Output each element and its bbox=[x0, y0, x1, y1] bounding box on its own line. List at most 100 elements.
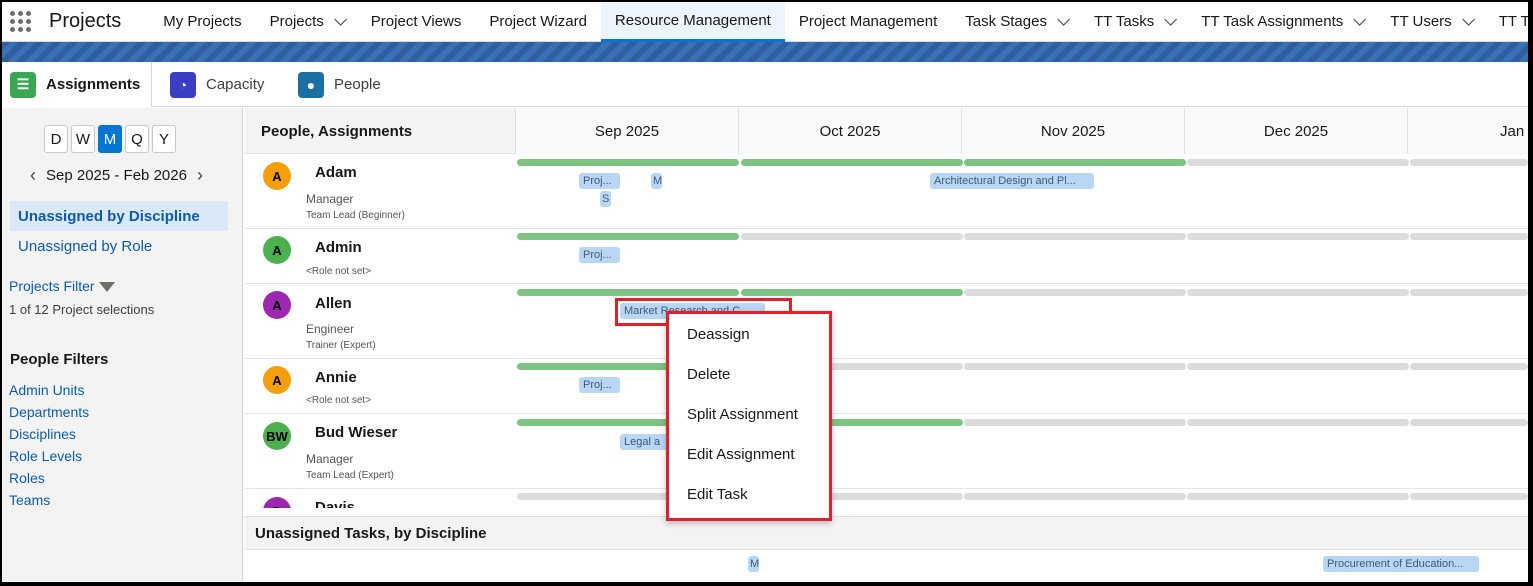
menu-delete[interactable]: Delete bbox=[687, 366, 730, 383]
month-header: Jan 20 bbox=[1407, 108, 1528, 154]
chevron-down-icon[interactable] bbox=[1057, 13, 1070, 26]
availability-bar bbox=[1410, 419, 1528, 426]
assignment-chip[interactable]: Proj... bbox=[579, 377, 620, 393]
nav-label: Task Stages bbox=[965, 13, 1047, 30]
sidebar: D W M Q Y ‹ Sep 2025 - Feb 2026 › Unassi… bbox=[2, 108, 243, 582]
filter-disciplines[interactable]: Disciplines bbox=[9, 426, 76, 442]
project-selection-count: 1 of 12 Project selections bbox=[9, 302, 155, 317]
person-row: A Admin <Role not set> Proj... bbox=[245, 229, 1528, 284]
assignment-chip[interactable]: S bbox=[600, 191, 611, 207]
availability-bar bbox=[964, 159, 1186, 166]
person-name[interactable]: Admin bbox=[315, 239, 362, 256]
person-row: A Annie <Role not set> Proj... bbox=[245, 359, 1528, 414]
availability-bar bbox=[1187, 289, 1409, 296]
person-skill: Team Lead (Expert) bbox=[306, 470, 394, 481]
assignment-chip[interactable]: Proj... bbox=[579, 247, 620, 263]
date-range-navigator: ‹ Sep 2025 - Feb 2026 › bbox=[30, 165, 203, 186]
chevron-down-icon[interactable] bbox=[1353, 13, 1367, 26]
avatar: A bbox=[263, 162, 291, 190]
nav-projects[interactable]: Projects bbox=[256, 2, 357, 42]
person-name[interactable]: Bud Wieser bbox=[315, 424, 397, 441]
nav-tt-task-assignments[interactable]: TT Task Assignments bbox=[1187, 2, 1376, 42]
person-row: A Adam Manager Team Lead (Beginner) Proj… bbox=[245, 154, 1528, 229]
filter-role-levels[interactable]: Role Levels bbox=[9, 448, 82, 464]
nav-tt-users[interactable]: TT Users bbox=[1376, 2, 1484, 42]
filter-icon[interactable] bbox=[98, 282, 115, 293]
filter-roles[interactable]: Roles bbox=[9, 470, 45, 486]
nav-label: TT Users bbox=[1390, 13, 1452, 30]
nav-label: Project Wizard bbox=[489, 13, 587, 30]
chevron-down-icon[interactable] bbox=[334, 13, 347, 26]
person-row: D Davis bbox=[245, 489, 1528, 508]
view-tabs: ☰ Assignments ◔ Capacity ● People bbox=[2, 62, 1528, 107]
availability-bar bbox=[517, 289, 739, 296]
unassigned-by-role-link[interactable]: Unassigned by Role bbox=[18, 238, 152, 255]
person-role: <Role not set> bbox=[306, 395, 372, 406]
nav-tt-tasks[interactable]: TT Tasks bbox=[1080, 2, 1187, 42]
unassigned-title: Unassigned Tasks, by Discipline bbox=[255, 525, 487, 542]
availability-bar bbox=[1187, 493, 1409, 500]
nav-my-projects[interactable]: My Projects bbox=[149, 2, 255, 42]
unassigned-task-chip[interactable]: Procurement of Education... bbox=[1323, 556, 1479, 572]
unassigned-by-discipline-link[interactable]: Unassigned by Discipline bbox=[18, 208, 200, 225]
person-name[interactable]: Annie bbox=[315, 369, 357, 386]
availability-bar bbox=[1410, 363, 1528, 370]
tab-people[interactable]: ● People bbox=[290, 62, 381, 107]
zoom-quarter-button[interactable]: Q bbox=[125, 125, 149, 153]
nav-label: TT Task Assignments bbox=[1201, 13, 1344, 30]
chevron-down-icon[interactable] bbox=[1164, 13, 1178, 26]
menu-edit-task[interactable]: Edit Task bbox=[687, 486, 748, 503]
nav-label: My Projects bbox=[163, 13, 242, 30]
availability-bar bbox=[517, 159, 739, 166]
availability-bar bbox=[964, 419, 1186, 426]
person-name[interactable]: Allen bbox=[315, 295, 352, 312]
assignment-chip[interactable]: M bbox=[651, 173, 662, 189]
projects-filter-link[interactable]: Projects Filter bbox=[9, 278, 115, 294]
person-name[interactable]: Davis bbox=[315, 499, 355, 508]
availability-bar bbox=[1410, 493, 1528, 500]
nav-project-wizard[interactable]: Project Wizard bbox=[475, 2, 601, 42]
avatar: A bbox=[263, 236, 291, 264]
nav-label: TT Tasks bbox=[1093, 13, 1155, 30]
assignment-chip[interactable]: Architectural Design and Pl... bbox=[930, 173, 1094, 189]
chevron-left-icon[interactable]: ‹ bbox=[30, 165, 36, 186]
month-header: Oct 2025 bbox=[738, 108, 961, 154]
app-launcher-icon[interactable] bbox=[10, 10, 31, 33]
availability-bar bbox=[1410, 159, 1528, 166]
menu-split-assignment[interactable]: Split Assignment bbox=[687, 406, 798, 423]
zoom-month-button[interactable]: M bbox=[98, 125, 122, 153]
zoom-day-button[interactable]: D bbox=[44, 125, 68, 153]
unassigned-task-chip[interactable]: M bbox=[748, 556, 759, 572]
assignment-context-menu: Deassign Delete Split Assignment Edit As… bbox=[666, 311, 832, 521]
unassigned-tasks-section: Unassigned Tasks, by Discipline M Procur… bbox=[245, 508, 1528, 582]
tab-capacity[interactable]: ◔ Capacity bbox=[162, 62, 264, 107]
tab-assignments[interactable]: ☰ Assignments bbox=[2, 62, 152, 107]
menu-deassign[interactable]: Deassign bbox=[687, 326, 750, 343]
availability-bar bbox=[741, 289, 963, 296]
menu-edit-assignment[interactable]: Edit Assignment bbox=[687, 446, 795, 463]
zoom-year-button[interactable]: Y bbox=[152, 125, 176, 153]
filter-teams[interactable]: Teams bbox=[9, 492, 50, 508]
chevron-down-icon[interactable] bbox=[1461, 13, 1475, 26]
availability-bar bbox=[1187, 233, 1409, 240]
zoom-selector: D W M Q Y bbox=[44, 125, 176, 153]
app-window: Projects My Projects Projects Project Vi… bbox=[2, 2, 1528, 582]
tab-label: People bbox=[334, 76, 381, 93]
nav-label: Project Views bbox=[370, 13, 462, 30]
nav-task-stages[interactable]: Task Stages bbox=[951, 2, 1080, 42]
assignment-chip[interactable]: Proj... bbox=[579, 173, 620, 189]
grid-header-title: People, Assignments bbox=[261, 123, 413, 140]
assignments-grid: People, Assignments Sep 2025 Oct 2025 No… bbox=[245, 108, 1528, 508]
nav-project-views[interactable]: Project Views bbox=[357, 2, 476, 42]
top-navigation: Projects My Projects Projects Project Vi… bbox=[2, 2, 1528, 42]
zoom-week-button[interactable]: W bbox=[71, 125, 95, 153]
filter-departments[interactable]: Departments bbox=[9, 404, 89, 420]
nav-resource-management[interactable]: Resource Management bbox=[600, 2, 785, 42]
nav-tt-teams[interactable]: TT Tear bbox=[1485, 2, 1528, 42]
person-role: Engineer bbox=[306, 322, 355, 336]
chevron-right-icon[interactable]: › bbox=[197, 165, 203, 186]
filter-admin-units[interactable]: Admin Units bbox=[9, 382, 84, 398]
nav-project-management[interactable]: Project Management bbox=[785, 2, 951, 42]
availability-bar bbox=[741, 159, 963, 166]
person-name[interactable]: Adam bbox=[315, 164, 357, 181]
